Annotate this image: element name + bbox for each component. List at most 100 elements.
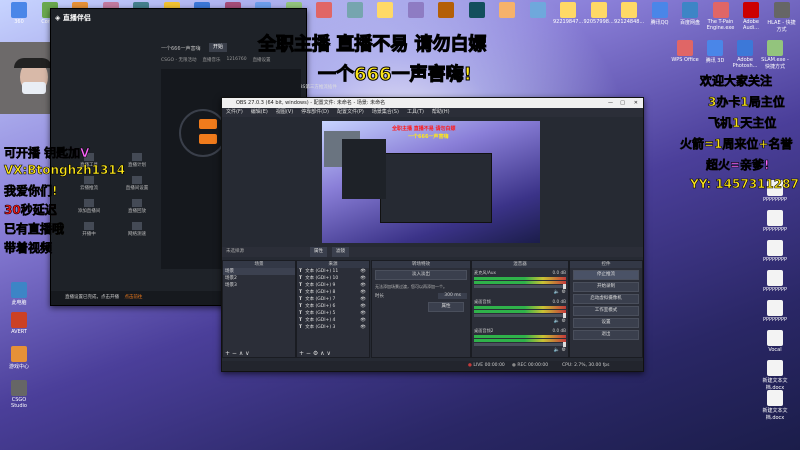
- overlay-left-line: 已有直播哦: [4, 222, 65, 237]
- speaker-icon[interactable]: 🔈: [554, 289, 560, 295]
- desktop-icon[interactable]: [523, 2, 553, 19]
- desktop-icon[interactable]: HLAE - 快捷方式: [767, 2, 797, 33]
- desktop-icon[interactable]: 92219847...: [553, 2, 583, 25]
- visibility-eye-icon[interactable]: 👁: [360, 317, 366, 324]
- assistant-side-item[interactable]: 直播间设置: [113, 176, 161, 191]
- desktop-icon[interactable]: WPS Office: [670, 40, 700, 63]
- transition-select[interactable]: 淡入淡出: [375, 270, 467, 280]
- desktop-icon[interactable]: 新建文本文档.docx: [760, 360, 790, 391]
- obs-control-button[interactable]: 启动虚拟摄像机: [573, 294, 639, 304]
- gear-icon[interactable]: ⚙: [562, 318, 566, 324]
- assistant-side-item[interactable]: 云播推流: [65, 176, 113, 191]
- desktop-icon[interactable]: 腾讯 3D: [700, 40, 730, 64]
- desktop-icon[interactable]: [340, 2, 370, 19]
- scene-item[interactable]: 场景: [223, 268, 295, 275]
- visibility-eye-icon[interactable]: 👁: [360, 310, 366, 317]
- obs-control-button[interactable]: 工作室模式: [573, 306, 639, 316]
- visibility-eye-icon[interactable]: 👁: [360, 289, 366, 296]
- source-item[interactable]: T 文本 (GDI+) 6 👁: [297, 303, 369, 310]
- assistant-tab[interactable]: 1216760: [227, 57, 247, 63]
- scene-item[interactable]: 场景2: [223, 275, 295, 282]
- visibility-eye-icon[interactable]: 👁: [360, 296, 366, 303]
- scene-item[interactable]: 场景3: [223, 282, 295, 289]
- desktop-icon[interactable]: 360: [4, 2, 34, 25]
- source-item[interactable]: T 文本 (GDI+) 8 👁: [297, 289, 369, 296]
- desktop-icon[interactable]: 此电脑: [4, 282, 34, 306]
- desktop-icon[interactable]: 92124848...: [614, 2, 644, 25]
- desktop-icon[interactable]: 92057998...: [584, 2, 614, 25]
- obs-menu-item[interactable]: 视图(V): [276, 108, 293, 117]
- desktop-icon[interactable]: PPPPPPPP: [760, 240, 790, 263]
- desktop-icon[interactable]: SLAM.exe - 快捷方式: [760, 40, 790, 70]
- speaker-icon[interactable]: 🔈: [554, 347, 560, 353]
- visibility-eye-icon[interactable]: 👁: [360, 303, 366, 310]
- desktop-icon[interactable]: Vocal: [760, 330, 790, 353]
- desktop-icon[interactable]: The T-Pain Engine.exe: [706, 2, 736, 31]
- desktop-icon[interactable]: 腾讯QQ: [645, 2, 675, 26]
- desktop-icon[interactable]: CSGO Studio: [4, 380, 34, 409]
- desktop-icon[interactable]: [462, 2, 492, 19]
- obs-close-button[interactable]: ✕: [634, 98, 638, 108]
- sources-footer[interactable]: + − ⚙ ∧ ∨: [297, 350, 331, 357]
- desktop-icon[interactable]: PPPPPPPP: [760, 210, 790, 233]
- assistant-side-item[interactable]: 直播回放: [113, 199, 161, 214]
- assistant-side-item[interactable]: 网络测速: [113, 222, 161, 237]
- assistant-tab[interactable]: 直播音乐: [203, 57, 221, 63]
- desktop-icon[interactable]: Adobe Audi...: [736, 2, 766, 31]
- obs-preview[interactable]: 全职主播 直播不易 请勿白嫖 一个666一声害嗨: [322, 121, 540, 243]
- source-item[interactable]: T 文本 (GDI+) 4 👁: [297, 317, 369, 324]
- obs-menu-item[interactable]: 编辑(E): [251, 108, 268, 117]
- desktop-icon[interactable]: 游戏中心: [4, 346, 34, 370]
- obs-menu-item[interactable]: 工具(T): [407, 108, 424, 117]
- obs-control-button[interactable]: 停止推流: [573, 270, 639, 280]
- gear-icon[interactable]: ⚙: [562, 289, 566, 295]
- source-item[interactable]: T 文本 (GDI+) 9 👁: [297, 282, 369, 289]
- transition-properties-button[interactable]: 属性: [428, 302, 464, 312]
- obs-control-button[interactable]: 退出: [573, 330, 639, 340]
- obs-control-button[interactable]: 开始录制: [573, 282, 639, 292]
- obs-filters-button[interactable]: 滤镜: [332, 247, 349, 257]
- assistant-bottom-link[interactable]: 点击前往: [124, 295, 142, 300]
- obs-menu-item[interactable]: 停靠部件(D): [301, 108, 329, 117]
- desktop-icon[interactable]: 新建文本文档.docx: [760, 390, 790, 421]
- assistant-tab[interactable]: CSGO - 无限活动: [161, 57, 197, 63]
- visibility-eye-icon[interactable]: 👁: [360, 324, 366, 331]
- visibility-eye-icon[interactable]: 👁: [360, 268, 366, 275]
- desktop-icon[interactable]: AVERT: [4, 312, 34, 335]
- desktop-icon[interactable]: [492, 2, 522, 19]
- visibility-eye-icon[interactable]: 👁: [360, 282, 366, 289]
- assistant-start-button[interactable]: 开始: [209, 43, 228, 52]
- desktop-icon[interactable]: [401, 2, 431, 19]
- visibility-eye-icon[interactable]: 👁: [360, 275, 366, 282]
- desktop-icon[interactable]: Adobe Photosh...: [730, 40, 760, 69]
- obs-maximize-button[interactable]: □: [620, 98, 625, 108]
- obs-control-button[interactable]: 设置: [573, 318, 639, 328]
- obs-minimize-button[interactable]: —: [608, 98, 613, 108]
- source-item[interactable]: T 文本 (GDI+) 5 👁: [297, 310, 369, 317]
- volume-slider[interactable]: [474, 342, 566, 347]
- scenes-footer[interactable]: + − ∧ ∨: [223, 350, 250, 357]
- source-item[interactable]: T 文本 (GDI+) 11 👁: [297, 268, 369, 275]
- speaker-icon[interactable]: 🔈: [554, 318, 560, 324]
- assistant-tab[interactable]: 直播设置: [253, 57, 271, 63]
- source-item[interactable]: T 文本 (GDI+) 7 👁: [297, 296, 369, 303]
- desktop-icon[interactable]: 百度网盘: [675, 2, 705, 26]
- obs-menu-item[interactable]: 文件(F): [226, 108, 243, 117]
- gear-icon[interactable]: ⚙: [562, 347, 566, 353]
- desktop-icon[interactable]: [309, 2, 339, 19]
- volume-slider[interactable]: [474, 313, 566, 318]
- source-item[interactable]: T 文本 (GDI+) 3 👁: [297, 324, 369, 331]
- obs-menu-item[interactable]: 配置文件(P): [337, 108, 364, 117]
- assistant-side-item[interactable]: 开播中: [65, 222, 113, 237]
- obs-menu-item[interactable]: 帮助(H): [432, 108, 450, 117]
- obs-menu-item[interactable]: 场景集合(S): [372, 108, 399, 117]
- obs-properties-button[interactable]: 属性: [310, 247, 327, 257]
- desktop-icon[interactable]: PPPPPPPP: [760, 300, 790, 323]
- duration-value[interactable]: 300 ms: [438, 293, 467, 299]
- desktop-icon[interactable]: [370, 2, 400, 19]
- desktop-icon[interactable]: [431, 2, 461, 19]
- source-item[interactable]: T 文本 (GDI+) 10 👁: [297, 275, 369, 282]
- assistant-side-item[interactable]: 添加直播间: [65, 199, 113, 214]
- volume-slider[interactable]: [474, 284, 566, 289]
- desktop-icon[interactable]: PPPPPPPP: [760, 270, 790, 293]
